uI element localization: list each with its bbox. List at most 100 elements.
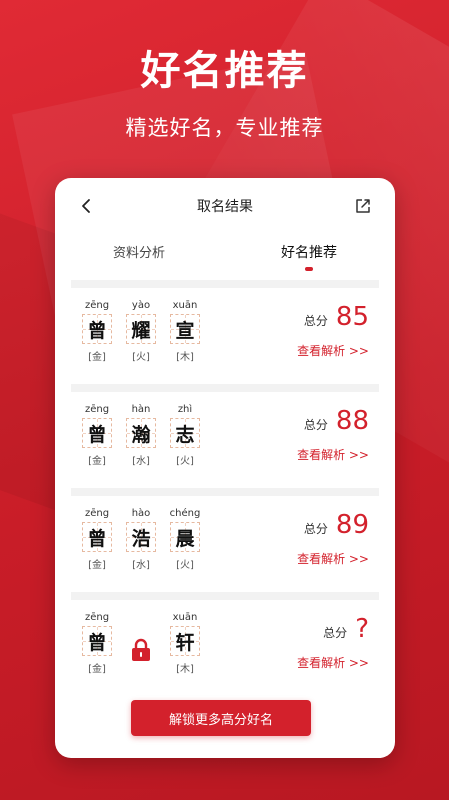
char-column: zēng 曾 [金] bbox=[79, 402, 115, 467]
hanzi-box: 宣 bbox=[170, 314, 200, 344]
share-icon[interactable] bbox=[353, 196, 373, 216]
element-label: [水] bbox=[132, 456, 150, 467]
tab-profile-analysis[interactable]: 资料分析 bbox=[103, 242, 175, 261]
locked-char[interactable] bbox=[123, 610, 159, 674]
score-label: 总分 bbox=[303, 418, 328, 432]
pinyin: xuān bbox=[172, 612, 198, 623]
hanzi-box: 晨 bbox=[170, 522, 200, 552]
hanzi-box: 曾 bbox=[82, 418, 112, 448]
hanzi: 浩 bbox=[131, 527, 151, 550]
navbar: 取名结果 bbox=[55, 178, 395, 234]
name-card: zēng 曾 [金] hàn 瀚 [水] zhì 志 [火] 总分 88 查看解… bbox=[71, 392, 379, 488]
hanzi: 宣 bbox=[175, 319, 195, 342]
char-column: xuān 轩 [木] bbox=[167, 610, 203, 675]
score-value: 89 bbox=[335, 510, 369, 540]
char-column: yào 耀 [火] bbox=[123, 298, 159, 363]
pinyin: zēng bbox=[84, 612, 110, 623]
element-label: [火] bbox=[176, 560, 194, 571]
score-value: 85 bbox=[335, 302, 369, 332]
hanzi: 曾 bbox=[87, 423, 107, 446]
tab-name-recommend[interactable]: 好名推荐 bbox=[271, 242, 347, 271]
hanzi: 曾 bbox=[87, 319, 107, 342]
element-label: [金] bbox=[88, 664, 106, 675]
view-analysis-link[interactable]: 查看解析 >> bbox=[297, 550, 369, 567]
pinyin: zēng bbox=[84, 404, 110, 415]
hanzi: 晨 bbox=[175, 527, 195, 550]
pinyin: hào bbox=[131, 508, 151, 519]
score-area: 总分 85 查看解析 >> bbox=[269, 302, 369, 359]
element-label: [金] bbox=[88, 456, 106, 467]
score-row: 总分 85 bbox=[269, 302, 369, 332]
name-card: zēng 曾 [金] yào 耀 [火] xuān 宣 [木] 总分 85 查看… bbox=[71, 288, 379, 384]
score-area: 总分 89 查看解析 >> bbox=[269, 510, 369, 567]
hanzi: 曾 bbox=[87, 527, 107, 550]
element-label: [火] bbox=[176, 456, 194, 467]
name-chars: zēng 曾 [金] yào 耀 [火] xuān 宣 [木] bbox=[79, 298, 211, 363]
score-area: 总分 ? 查看解析 >> bbox=[269, 614, 369, 671]
promo-headline: 好名推荐 bbox=[140, 48, 309, 94]
char-column: hào 浩 [水] bbox=[123, 506, 159, 571]
pinyin: yào bbox=[131, 300, 151, 311]
hanzi: 曾 bbox=[87, 631, 107, 654]
element-label: [金] bbox=[88, 560, 106, 571]
hanzi-box: 浩 bbox=[126, 522, 156, 552]
hanzi-box: 曾 bbox=[82, 314, 112, 344]
lock-icon bbox=[132, 638, 150, 661]
name-card: zēng 曾 [金] xuān 轩 [木] 总分 ? 查看解析 >> bbox=[71, 600, 379, 696]
pinyin: zhì bbox=[177, 404, 193, 415]
hanzi-box: 轩 bbox=[170, 626, 200, 656]
hanzi: 耀 bbox=[131, 319, 151, 342]
tab-label: 资料分析 bbox=[112, 246, 165, 261]
hanzi: 轩 bbox=[175, 631, 195, 654]
divider bbox=[71, 280, 379, 288]
score-label: 总分 bbox=[323, 626, 348, 640]
name-chars: zēng 曾 [金] hào 浩 [水] chéng 晨 [火] bbox=[79, 506, 211, 571]
page-title: 取名结果 bbox=[197, 199, 253, 215]
element-label: [水] bbox=[132, 560, 150, 571]
score-value: ? bbox=[355, 614, 369, 644]
name-chars: zēng 曾 [金] hàn 瀚 [水] zhì 志 [火] bbox=[79, 402, 211, 467]
name-card: zēng 曾 [金] hào 浩 [水] chéng 晨 [火] 总分 89 查… bbox=[71, 496, 379, 592]
score-row: 总分 89 bbox=[269, 510, 369, 540]
unlock-more-names-button[interactable]: 解锁更多高分好名 bbox=[131, 700, 311, 736]
pinyin: zēng bbox=[84, 508, 110, 519]
name-list: zēng 曾 [金] yào 耀 [火] xuān 宣 [木] 总分 85 查看… bbox=[55, 280, 395, 696]
score-row: 总分 88 bbox=[269, 406, 369, 436]
view-analysis-link[interactable]: 查看解析 >> bbox=[297, 342, 369, 359]
char-column: xuān 宣 [木] bbox=[167, 298, 203, 363]
promo-subhead: 精选好名，专业推荐 bbox=[125, 116, 324, 140]
element-label: [金] bbox=[88, 352, 106, 363]
score-value: 88 bbox=[335, 406, 369, 436]
hanzi: 瀚 bbox=[131, 423, 151, 446]
phone-screen: 取名结果 资料分析 好名推荐 zēng 曾 [金] yào 耀 [火] xuān… bbox=[55, 178, 395, 758]
hanzi: 志 bbox=[175, 423, 195, 446]
pinyin: zēng bbox=[84, 300, 110, 311]
tab-label: 好名推荐 bbox=[280, 245, 337, 261]
pinyin: xuān bbox=[172, 300, 198, 311]
score-label: 总分 bbox=[303, 314, 328, 328]
chevron-left-icon[interactable] bbox=[77, 196, 97, 216]
hanzi-box: 瀚 bbox=[126, 418, 156, 448]
name-chars: zēng 曾 [金] xuān 轩 [木] bbox=[79, 610, 211, 675]
tab-bar: 资料分析 好名推荐 bbox=[55, 234, 395, 280]
pinyin: chéng bbox=[169, 508, 201, 519]
char-column: zēng 曾 [金] bbox=[79, 610, 115, 675]
pinyin: hàn bbox=[131, 404, 151, 415]
hanzi-box: 耀 bbox=[126, 314, 156, 344]
char-column: hàn 瀚 [水] bbox=[123, 402, 159, 467]
view-analysis-link[interactable]: 查看解析 >> bbox=[297, 446, 369, 463]
hanzi-box: 曾 bbox=[82, 522, 112, 552]
divider bbox=[71, 488, 379, 496]
hanzi-box: 曾 bbox=[82, 626, 112, 656]
char-column: zhì 志 [火] bbox=[167, 402, 203, 467]
score-label: 总分 bbox=[303, 522, 328, 536]
score-area: 总分 88 查看解析 >> bbox=[269, 406, 369, 463]
tab-indicator bbox=[304, 267, 313, 271]
element-label: [木] bbox=[176, 664, 194, 675]
char-column: chéng 晨 [火] bbox=[167, 506, 203, 571]
view-analysis-link[interactable]: 查看解析 >> bbox=[297, 654, 369, 671]
element-label: [火] bbox=[132, 352, 150, 363]
score-row: 总分 ? bbox=[269, 614, 369, 644]
element-label: [木] bbox=[176, 352, 194, 363]
divider bbox=[71, 384, 379, 392]
